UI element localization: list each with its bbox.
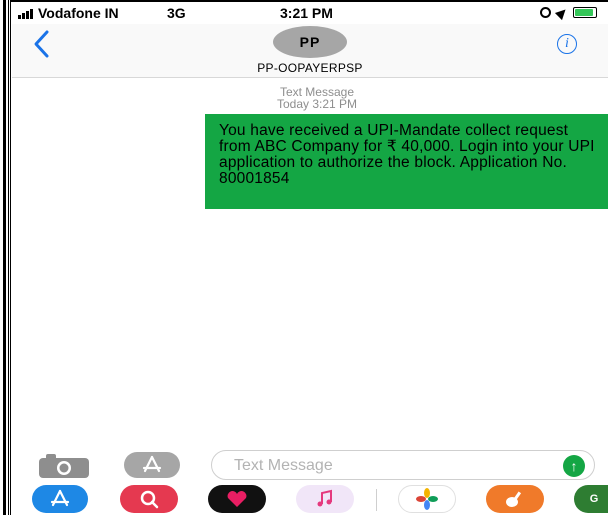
messages-screen: Vodafone IN 3G 3:21 PM PP PP-OOPAYERPSP … xyxy=(12,2,608,515)
app-store-icon xyxy=(142,455,162,473)
info-icon[interactable]: i xyxy=(557,34,577,54)
contact-avatar[interactable]: PP xyxy=(273,26,347,58)
app-store-icon[interactable] xyxy=(32,485,88,513)
conversation-header: PP PP-OOPAYERPSP i xyxy=(12,24,608,78)
app-store-button[interactable] xyxy=(124,452,180,478)
back-chevron-icon[interactable] xyxy=(30,28,56,60)
battery-icon xyxy=(573,7,597,18)
photos-icon[interactable] xyxy=(398,485,456,513)
status-bar: Vodafone IN 3G 3:21 PM xyxy=(12,2,608,24)
search-images-icon[interactable] xyxy=(120,485,178,513)
camera-icon[interactable] xyxy=(38,454,90,478)
drawer-separator xyxy=(376,489,377,511)
network-type: 3G xyxy=(167,5,186,21)
status-icons xyxy=(540,5,597,20)
message-bubble[interactable]: You have received a UPI-Mandate collect … xyxy=(205,114,608,209)
imessage-app-drawer: G xyxy=(12,485,608,515)
status-time: 3:21 PM xyxy=(280,5,333,21)
compose-bar: Text Message ↑ xyxy=(12,450,608,480)
contact-name[interactable]: PP-OOPAYERPSP xyxy=(12,61,608,75)
message-input[interactable]: Text Message ↑ xyxy=(211,450,595,480)
signal-strength-icon xyxy=(18,9,33,19)
message-input-placeholder: Text Message xyxy=(234,457,333,474)
message-meta: Text Message Today 3:21 PM xyxy=(252,86,382,110)
send-button[interactable]: ↑ xyxy=(563,455,585,477)
rotation-lock-icon xyxy=(540,7,551,18)
garageband-icon[interactable] xyxy=(486,485,544,513)
carrier-name: Vodafone IN xyxy=(38,5,119,21)
frame-left-border xyxy=(0,0,11,515)
message-timestamp: Today 3:21 PM xyxy=(276,97,358,111)
gpay-icon[interactable]: G xyxy=(574,485,608,513)
music-icon[interactable] xyxy=(296,485,354,513)
location-icon xyxy=(554,5,570,20)
heart-digital-touch-icon[interactable] xyxy=(208,485,266,513)
